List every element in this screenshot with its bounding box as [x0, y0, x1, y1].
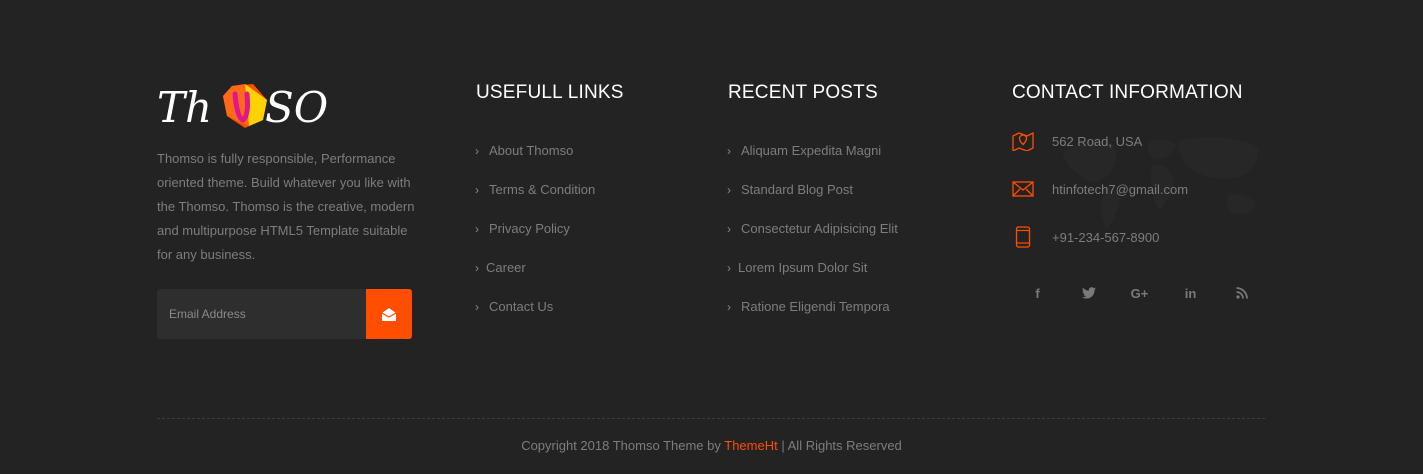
phone-text: +91-234-567-8900: [1052, 229, 1160, 245]
contact-email: htinfotech7@gmail.com: [1012, 178, 1188, 200]
link-about[interactable]: About Thomso: [489, 143, 573, 158]
chevron-right-icon: ›: [727, 299, 731, 314]
subscribe-button[interactable]: [366, 289, 412, 339]
chevron-right-icon: ›: [475, 221, 479, 236]
footer-divider: [157, 418, 1265, 419]
social-links: f G+ in: [1012, 283, 1267, 303]
envelope-open-icon: [381, 307, 397, 321]
link-career[interactable]: Career: [486, 260, 526, 275]
chevron-right-icon: ›: [475, 143, 479, 158]
google-plus-icon[interactable]: G+: [1114, 283, 1165, 303]
copyright-suffix: | All Rights Reserved: [781, 438, 902, 453]
thomso-logo[interactable]: Th SO: [157, 80, 337, 132]
contact-address: 562 Road, USA: [1012, 130, 1142, 152]
recent-posts-title: RECENT POSTS: [728, 82, 878, 103]
site-footer: Th SO Thomso is fully responsible, Perfo…: [0, 0, 1423, 474]
logo-graphic: Th SO: [157, 83, 328, 132]
useful-links-title: USEFULL LINKS: [476, 82, 624, 103]
link-contact[interactable]: Contact Us: [489, 299, 553, 314]
chevron-right-icon: ›: [727, 221, 731, 236]
useful-links-list: › About Thomso › Terms & Condition › Privac…: [475, 131, 595, 326]
link-terms[interactable]: Terms & Condition: [489, 182, 595, 197]
email-link[interactable]: htinfotech7@gmail.com: [1052, 182, 1188, 197]
themeht-link[interactable]: ThemeHt: [724, 438, 777, 453]
facebook-icon[interactable]: f: [1012, 283, 1063, 303]
list-item[interactable]: › Terms & Condition: [475, 170, 595, 209]
list-item[interactable]: › Contact Us: [475, 287, 595, 326]
chevron-right-icon: ›: [475, 260, 479, 275]
chevron-right-icon: ›: [475, 182, 479, 197]
chevron-right-icon: ›: [727, 182, 731, 197]
svg-text:SO: SO: [265, 83, 328, 132]
envelope-icon: [1012, 178, 1034, 200]
post-link[interactable]: Ratione Eligendi Tempora: [741, 299, 890, 314]
chevron-right-icon: ›: [727, 260, 731, 275]
list-item[interactable]: › About Thomso: [475, 131, 595, 170]
copyright: Copyright 2018 Thomso Theme by ThemeHt |…: [0, 438, 1423, 453]
contact-phone: +91-234-567-8900: [1012, 226, 1159, 248]
post-link[interactable]: Consectetur Adipisicing Elit: [741, 221, 898, 236]
list-item[interactable]: › Career: [475, 248, 595, 287]
linkedin-icon[interactable]: in: [1165, 283, 1216, 303]
twitter-icon[interactable]: [1063, 283, 1114, 303]
link-privacy[interactable]: Privacy Policy: [489, 221, 570, 236]
newsletter-form: [157, 289, 412, 339]
mobile-phone-icon: [1012, 226, 1034, 248]
recent-posts-list: › Aliquam Expedita Magni › Standard Blog P…: [727, 131, 898, 326]
post-link[interactable]: Aliquam Expedita Magni: [741, 143, 881, 158]
contact-info-title: CONTACT INFORMATION: [1012, 82, 1243, 103]
svg-text:Th: Th: [157, 83, 212, 132]
list-item[interactable]: › Privacy Policy: [475, 209, 595, 248]
copyright-prefix: Copyright 2018 Thomso Theme by: [521, 438, 721, 453]
list-item[interactable]: › Consectetur Adipisicing Elit: [727, 209, 898, 248]
chevron-right-icon: ›: [727, 143, 731, 158]
list-item[interactable]: › Lorem Ipsum Dolor Sit: [727, 248, 898, 287]
about-description: Thomso is fully responsible, Performance…: [157, 151, 415, 262]
address-text: 562 Road, USA: [1052, 133, 1143, 149]
post-link[interactable]: Lorem Ipsum Dolor Sit: [738, 260, 867, 275]
chevron-right-icon: ›: [475, 299, 479, 314]
rss-icon[interactable]: [1216, 283, 1267, 303]
map-location-icon: [1012, 130, 1034, 152]
list-item[interactable]: › Ratione Eligendi Tempora: [727, 287, 898, 326]
list-item[interactable]: › Aliquam Expedita Magni: [727, 131, 898, 170]
email-input[interactable]: [157, 289, 366, 339]
post-link[interactable]: Standard Blog Post: [741, 182, 853, 197]
list-item[interactable]: › Standard Blog Post: [727, 170, 898, 209]
